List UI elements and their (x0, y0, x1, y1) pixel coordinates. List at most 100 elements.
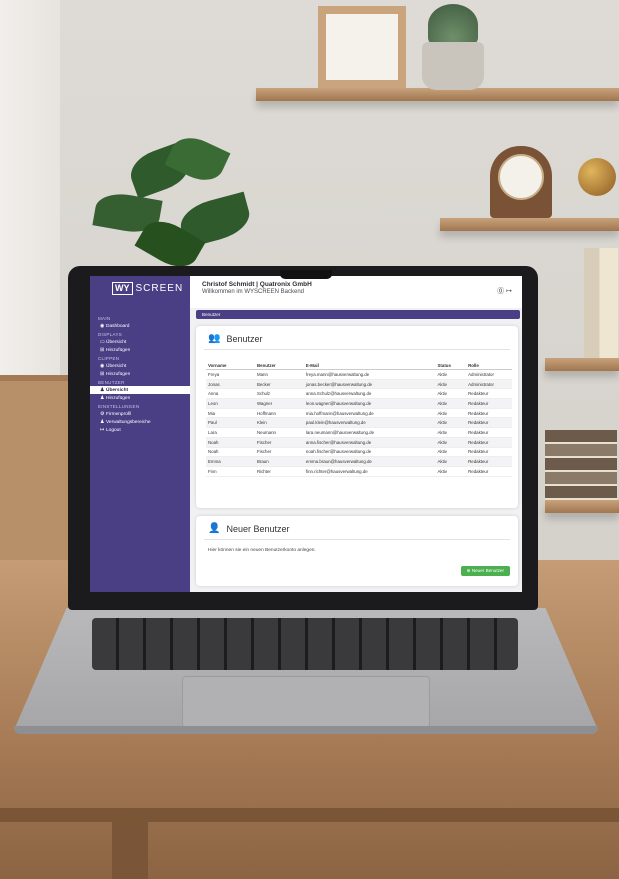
sidebar-item-clips-overview[interactable]: ◉ Übersicht (90, 362, 190, 370)
logo-mark: WY (112, 282, 133, 295)
laptop-front-edge (14, 726, 598, 734)
succulent-plant (428, 4, 478, 46)
cell-benutzer: Schulz (254, 388, 304, 400)
sidebar-item-label: Logout (106, 427, 121, 433)
cell-email: emma.braun@hausverwaltung.de (303, 456, 436, 467)
sidebar: WY SCREEN MAIN ◉ Dashboard DISPLAYS ▭Über… (90, 276, 190, 592)
column-header[interactable]: Vorname (206, 361, 255, 370)
cell-vorname: Finn (206, 466, 255, 477)
table-row[interactable]: Jonas Becker jonas.becker@hausverwaltung.d… (206, 379, 512, 390)
cell-vorname: Freya (206, 369, 255, 380)
sidebar-item-label: Hinzufügen (106, 371, 131, 377)
column-header[interactable]: E-Mail (303, 361, 436, 370)
cell-email: finn.richter@hausverwaltung.de (303, 466, 436, 477)
cell-benutzer: Klein (254, 417, 304, 429)
sidebar-item-label: Dashboard (106, 323, 130, 329)
book-stack (545, 430, 617, 500)
cell-email: freya.mann@hausverwaltung.de (303, 369, 436, 380)
wall-shelf-middle (440, 218, 619, 231)
new-user-button[interactable]: ⊕ Neuer Benutzer (460, 566, 510, 576)
sidebar-item-label: Verwaltungsbereiche (106, 419, 151, 425)
cell-role: Redakteur (466, 447, 512, 458)
camera-notch (280, 270, 332, 279)
sidebar-nav: MAIN ◉ Dashboard DISPLAYS ▭Übersicht ⊞ Hin… (90, 314, 190, 434)
cell-role: Redakteur (466, 408, 512, 419)
new-user-description: Hier können sie ein neuen Benutzerkonto … (208, 548, 316, 553)
cell-role: Redakteur (466, 456, 512, 467)
cell-role: Redakteur (466, 388, 512, 400)
logout-icon[interactable]: ↦ (506, 288, 512, 295)
plant-pot (422, 42, 484, 90)
table-row[interactable]: Lara Neumann lara.neumann@hausverwaltung.d… (206, 427, 512, 438)
sidebar-item-users-overview[interactable]: ♟ Übersicht (90, 386, 190, 394)
new-user-card-title: Neuer Benutzer (226, 523, 290, 534)
cell-vorname: Jonas (206, 379, 255, 390)
cell-benutzer: Neumann (254, 427, 304, 438)
divider (204, 539, 510, 540)
cell-role: Administrator (466, 379, 512, 390)
users-table: Vorname Benutzer E-Mail Status Rolle Fre… (206, 361, 512, 477)
sidebar-item-users-add[interactable]: ♟ Hinzufügen (90, 394, 190, 402)
top-bar-actions: ⓪ ↦ (497, 286, 512, 296)
sidebar-item-dashboard[interactable]: ◉ Dashboard (90, 322, 190, 330)
table-row[interactable]: Emma Braun emma.braun@hausverwaltung.de Akt… (206, 456, 512, 467)
table-header-row: Vorname Benutzer E-Mail Status Rolle (206, 361, 512, 370)
table-row[interactable]: Paul Klein paul.klein@hausverwaltung.de Akt… (206, 417, 512, 429)
app-logo[interactable]: WY SCREEN (112, 282, 183, 295)
cell-email: noah.fischer@hausverwaltung.de (303, 447, 436, 458)
sidebar-item-displays-add[interactable]: ⊞ Hinzufügen (90, 346, 190, 354)
sidebar-item-admin-areas[interactable]: ♟ Verwaltungsbereiche (90, 418, 190, 426)
cell-vorname: Noah (206, 437, 255, 448)
table-row[interactable]: Freya Mann freya.mann@hausverwaltung.de Akt… (206, 369, 512, 380)
top-bar: Christof Schmidt | Quatronix GmbH Willko… (190, 276, 522, 308)
cell-status: Aktiv (435, 466, 467, 477)
cell-email: anna.Schulz@hausverwaltung.de (303, 388, 436, 400)
cell-vorname: Paul (206, 417, 255, 429)
cell-status: Aktiv (435, 388, 467, 400)
column-header[interactable]: Benutzer (254, 361, 304, 370)
user-company-title: Christof Schmidt | Quatronix GmbH (202, 281, 312, 288)
nav-section-displays: DISPLAYS (98, 332, 123, 337)
cell-benutzer: Mann (254, 369, 304, 380)
cell-benutzer: Becker (254, 379, 304, 390)
sidebar-item-logout[interactable]: ↦ Logout (90, 426, 190, 434)
table-row[interactable]: Anna Schulz anna.Schulz@hausverwaltung.de A… (206, 388, 512, 400)
cell-benutzer: Wagner (254, 398, 304, 409)
divider (204, 349, 510, 350)
table-row[interactable]: Noah Fischer anna.fischer@hausverwaltung.d… (206, 437, 512, 448)
table-row[interactable]: Mia Hoffmann mia.hoffmann@hausverwaltung.d… (206, 408, 512, 419)
table-row[interactable]: Noah Fischer noah.fischer@hausverwaltung.d… (206, 447, 512, 458)
laptop-keyboard (92, 618, 518, 670)
cell-status: Aktiv (435, 408, 467, 419)
cell-vorname: Emma (206, 456, 255, 467)
cell-vorname: Lara (206, 427, 255, 438)
cell-email: jonas.becker@hausverwaltung.de (303, 379, 436, 390)
picture-frame (318, 6, 406, 88)
users-card-header: 👥 Benutzer (196, 326, 518, 344)
cell-status: Aktiv (435, 437, 467, 448)
cell-benutzer: Braun (254, 456, 304, 467)
users-icon: 👥 (208, 333, 221, 344)
table-row[interactable]: Leon Wagner leon.wagner@hausverwaltung.de A… (206, 398, 512, 409)
desk-globe (578, 158, 616, 196)
sidebar-item-label: Firmenprofil (106, 411, 132, 417)
table-row[interactable]: Finn Richter finn.richter@hausverwaltung.d… (206, 466, 512, 477)
help-circle-icon[interactable]: ⓪ (497, 288, 504, 295)
laptop-screen: WY SCREEN MAIN ◉ Dashboard DISPLAYS ▭Über… (90, 276, 522, 592)
users-card: 👥 Benutzer Vorname Benutzer E-Mail Statu… (196, 326, 518, 508)
column-header[interactable]: Status (435, 361, 467, 370)
table-leg (112, 822, 148, 879)
sidebar-item-company-profile[interactable]: ⚙ Firmenprofil (90, 410, 190, 418)
sidebar-item-clips-add[interactable]: ⊞ Hinzufügen (90, 370, 190, 378)
cell-benutzer: Hoffmann (254, 408, 304, 419)
sidebar-item-displays-overview[interactable]: ▭Übersicht (90, 338, 190, 346)
nav-section-main: MAIN (98, 316, 111, 321)
sidebar-item-label: Übersicht (106, 339, 127, 345)
new-user-button-label: Neuer Benutzer (471, 568, 504, 573)
nav-section-benutzer: BENUTZER (98, 380, 125, 385)
nav-section-clippen: CLIPPEN (98, 356, 120, 361)
sidebar-item-label: Hinzufügen (106, 395, 131, 401)
cell-status: Aktiv (435, 447, 467, 458)
cell-status: Aktiv (435, 379, 467, 390)
column-header[interactable]: Rolle (466, 361, 512, 370)
